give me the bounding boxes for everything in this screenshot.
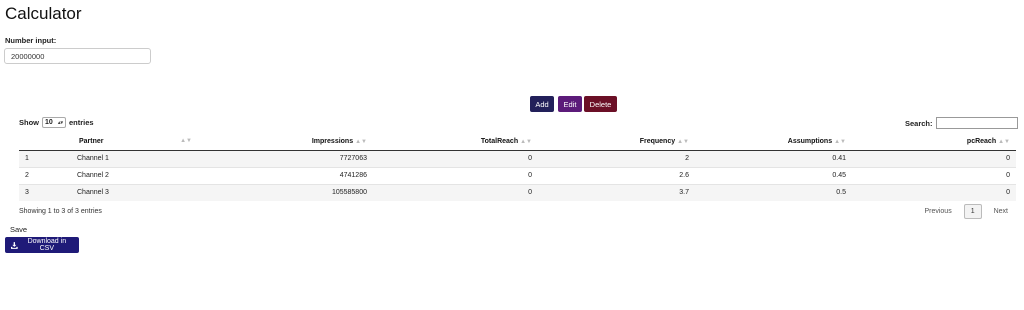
download-csv-label: Download in CSV xyxy=(27,238,67,252)
add-button[interactable]: Add xyxy=(530,96,554,112)
column-header-pcreach[interactable]: pcReach ▲▼ xyxy=(852,133,1016,151)
next-page-button[interactable]: Next xyxy=(986,205,1016,218)
sort-icon: ▲▼ xyxy=(180,137,192,144)
cell-totalreach: 0 xyxy=(373,166,538,184)
cell-assumptions: 0.5 xyxy=(695,183,852,201)
cell-frequency: 3.7 xyxy=(538,183,695,201)
page-length-control: Show 10 ▴▾ entries xyxy=(19,117,94,128)
column-header-frequency[interactable]: Frequency ▲▼ xyxy=(538,133,695,151)
search-label: Search: xyxy=(905,118,933,128)
previous-page-button[interactable]: Previous xyxy=(916,205,959,218)
table-row[interactable]: 3 Channel 3 105585800 0 3.7 0.5 0 xyxy=(19,183,1016,201)
page-1-button[interactable]: 1 xyxy=(963,204,982,219)
sort-icon: ▲▼ xyxy=(355,138,367,145)
number-input-label: Number input: xyxy=(5,36,57,45)
edit-button[interactable]: Edit xyxy=(558,96,582,112)
download-csv-button[interactable]: Download in CSV xyxy=(5,237,79,253)
delete-button[interactable]: Delete xyxy=(584,96,617,112)
search-input[interactable] xyxy=(935,117,1018,129)
cell-index: 3 xyxy=(19,183,71,201)
cell-pcreach: 0 xyxy=(852,183,1016,201)
cell-partner: Channel 2 xyxy=(71,166,198,184)
cell-impressions: 7727063 xyxy=(198,149,373,167)
cell-pcreach: 0 xyxy=(852,166,1016,184)
cell-partner: Channel 1 xyxy=(71,149,198,167)
download-icon xyxy=(11,241,18,249)
table-info: Showing 1 to 3 of 3 entries xyxy=(19,208,102,215)
page-length-select[interactable]: 10 ▴▾ xyxy=(42,117,66,128)
cell-index: 1 xyxy=(19,149,71,167)
cell-assumptions: 0.45 xyxy=(695,166,852,184)
page-title: Calculator xyxy=(5,4,82,23)
sort-icon: ▲▼ xyxy=(520,138,532,145)
column-header-impressions[interactable]: Impressions ▲▼ xyxy=(198,133,373,151)
sort-icon: ▲▼ xyxy=(677,138,689,145)
column-header-totalreach[interactable]: TotalReach ▲▼ xyxy=(373,133,538,151)
page-length-value: 10 xyxy=(45,119,53,126)
pagination: Previous 1 Next xyxy=(916,204,1016,219)
cell-frequency: 2 xyxy=(538,149,695,167)
number-input[interactable] xyxy=(4,48,151,64)
sort-icon: ▲▼ xyxy=(998,138,1010,145)
save-label: Save xyxy=(10,225,28,234)
column-header-partner[interactable]: Partner ▲▼ xyxy=(71,133,198,151)
cell-totalreach: 0 xyxy=(373,149,538,167)
cell-pcreach: 0 xyxy=(852,149,1016,167)
cell-partner: Channel 3 xyxy=(71,183,198,201)
table-row[interactable]: 1 Channel 1 7727063 0 2 0.41 0 xyxy=(19,149,1016,167)
show-label: Show xyxy=(19,118,39,127)
entries-label: entries xyxy=(69,118,94,127)
cell-frequency: 2.6 xyxy=(538,166,695,184)
data-table: Partner ▲▼ Impressions ▲▼ TotalReach ▲▼ Fre… xyxy=(19,133,1016,201)
table-header-row: Partner ▲▼ Impressions ▲▼ TotalReach ▲▼ Fre… xyxy=(19,133,1016,151)
cell-assumptions: 0.41 xyxy=(695,149,852,167)
column-header-assumptions[interactable]: Assumptions ▲▼ xyxy=(695,133,852,151)
cell-index: 2 xyxy=(19,166,71,184)
cell-totalreach: 0 xyxy=(373,183,538,201)
column-header-index[interactable] xyxy=(19,133,71,151)
cell-impressions: 4741286 xyxy=(198,166,373,184)
cell-impressions: 105585800 xyxy=(198,183,373,201)
table-row[interactable]: 2 Channel 2 4741286 0 2.6 0.45 0 xyxy=(19,166,1016,184)
updown-arrow-icon: ▴▾ xyxy=(57,119,63,126)
sort-icon: ▲▼ xyxy=(834,138,846,145)
search-control: Search: xyxy=(905,117,1018,129)
